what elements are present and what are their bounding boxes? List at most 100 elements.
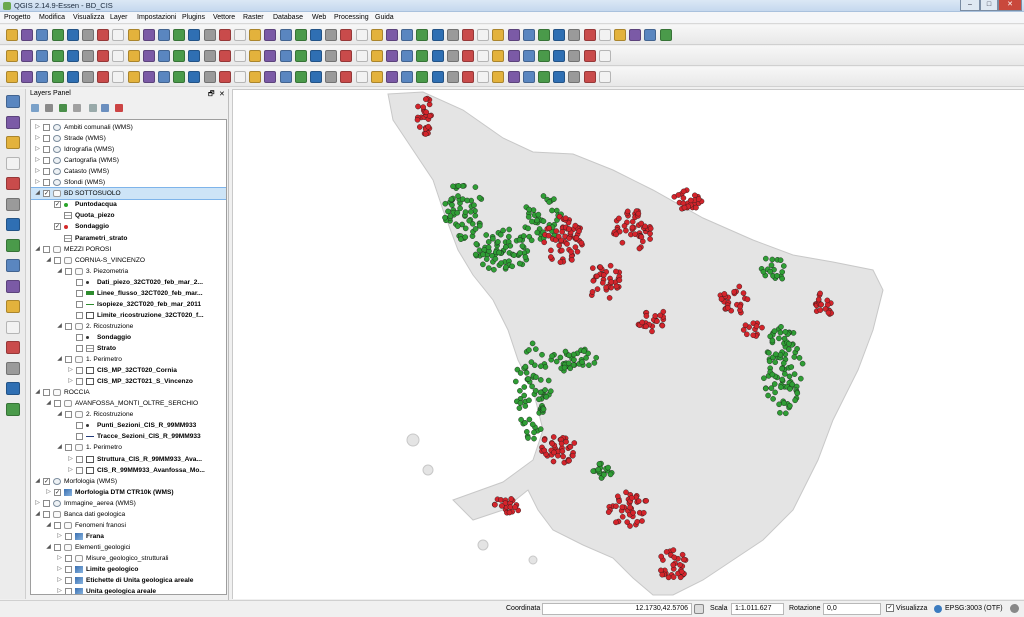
layer-row[interactable]: ◢ 2. Ricostruzione: [31, 321, 226, 332]
tool-tb2-27-icon[interactable]: [416, 50, 429, 62]
layer-row[interactable]: ◢ 2. Ricostruzione: [31, 409, 226, 420]
tool-tb1-34-icon[interactable]: [522, 29, 535, 41]
expand-arrow-icon[interactable]: ◢: [56, 266, 63, 277]
expand-arrow-icon[interactable]: ▷: [67, 465, 74, 476]
tool-tb3-9-icon[interactable]: [142, 71, 155, 83]
filter-expression-icon[interactable]: [73, 104, 81, 112]
layer-visibility-checkbox[interactable]: [54, 521, 61, 529]
add-virtual-icon[interactable]: [6, 402, 20, 416]
tool-tb1-31-icon[interactable]: [477, 29, 490, 41]
layer-visibility-checkbox[interactable]: ✓: [54, 488, 61, 496]
tool-tb3-18-icon[interactable]: [279, 71, 292, 83]
layer-row[interactable]: Punti_Sezioni_CIS_R_99MM933: [31, 420, 226, 431]
tool-tb3-27-icon[interactable]: [416, 71, 429, 83]
layer-visibility-checkbox[interactable]: [65, 566, 72, 573]
tool-tb2-15-icon[interactable]: [234, 50, 246, 62]
tool-tb3-26-icon[interactable]: [401, 71, 414, 83]
layer-row[interactable]: ▷ ✓ Morfologia DTM CTR10k (WMS): [31, 487, 226, 498]
layer-visibility-checkbox[interactable]: [43, 168, 50, 176]
map-canvas[interactable]: [232, 89, 1024, 599]
layer-visibility-checkbox[interactable]: [65, 444, 72, 452]
layer-row[interactable]: ▷ Unita geologica areale: [31, 586, 226, 594]
tool-tb2-33-icon[interactable]: [507, 50, 520, 62]
layer-row[interactable]: ◢ 1. Perimetro: [31, 442, 226, 453]
help-icon[interactable]: [431, 29, 444, 41]
tool-tb1-33-icon[interactable]: [507, 29, 520, 41]
tool-tb2-37-icon[interactable]: [568, 50, 581, 62]
expand-arrow-icon[interactable]: ▷: [34, 177, 41, 188]
tool-tb3-15-icon[interactable]: [234, 71, 246, 83]
add-delimited-text-icon[interactable]: [6, 300, 20, 313]
layer-row[interactable]: ▷ CIS_R_99MM933_Avanfossa_Mo...: [31, 465, 226, 476]
layer-visibility-checkbox[interactable]: [76, 289, 83, 297]
expand-arrow-icon[interactable]: ▷: [56, 531, 63, 542]
expand-arrow-icon[interactable]: ▷: [45, 487, 52, 498]
tool-tb1-37-icon[interactable]: [568, 29, 581, 41]
layer-visibility-checkbox[interactable]: [43, 510, 50, 518]
new-spatialite-icon[interactable]: [6, 341, 20, 354]
pan-to-selection-icon[interactable]: [112, 29, 125, 41]
layer-visibility-checkbox[interactable]: [76, 466, 83, 474]
minimize-button[interactable]: –: [960, 0, 980, 11]
expand-arrow-icon[interactable]: ◢: [45, 542, 52, 553]
tool-tb3-31-icon[interactable]: [477, 71, 490, 83]
layer-row[interactable]: ◢ CORNIA-S_VINCENZO: [31, 255, 226, 266]
layer-visibility-checkbox[interactable]: ✓: [54, 201, 61, 209]
add-db2-icon[interactable]: [6, 218, 20, 231]
expand-arrow-icon[interactable]: ◢: [34, 188, 41, 199]
layer-visibility-checkbox[interactable]: [76, 311, 83, 319]
add-oracle-icon[interactable]: [6, 197, 20, 211]
layer-visibility-checkbox[interactable]: [43, 135, 50, 143]
add-feature-icon[interactable]: [51, 50, 64, 62]
raster-local-icon[interactable]: [21, 71, 34, 83]
tool-tb3-38-icon[interactable]: [583, 71, 596, 83]
layer-visibility-checkbox[interactable]: ✓: [43, 477, 50, 485]
add-raster-icon[interactable]: [6, 115, 20, 129]
render-checkbox[interactable]: ✓: [886, 604, 894, 612]
expand-arrow-icon[interactable]: ▷: [56, 575, 63, 586]
layer-row[interactable]: ▷ CIS_MP_32CT021_S_Vincenzo: [31, 376, 226, 387]
expand-arrow-icon[interactable]: ◢: [56, 321, 63, 332]
zoom-out-icon[interactable]: [142, 29, 155, 41]
tool-tb3-29-icon[interactable]: [446, 71, 459, 83]
layer-visibility-checkbox[interactable]: [43, 124, 50, 131]
tool-tb1-38-icon[interactable]: [583, 29, 596, 41]
mouse-coords-toggle-icon[interactable]: [694, 604, 704, 614]
zoom-in-icon[interactable]: [127, 29, 140, 41]
paste-features-icon[interactable]: [142, 50, 155, 62]
layer-row[interactable]: ▷ Limite geologico: [31, 564, 226, 575]
expand-arrow-icon[interactable]: ◢: [56, 442, 63, 453]
layer-row[interactable]: Limite_ricostruzione_32CT020_f...: [31, 310, 226, 321]
layer-visibility-checkbox[interactable]: [76, 300, 83, 308]
add-vector-icon[interactable]: [6, 95, 20, 108]
tool-tb1-30-icon[interactable]: [462, 29, 474, 41]
layer-visibility-checkbox[interactable]: [65, 356, 72, 364]
increase-brightness-icon[interactable]: [66, 71, 79, 83]
layer-visibility-checkbox[interactable]: [65, 588, 72, 594]
layer-visibility-checkbox[interactable]: [76, 455, 83, 463]
text-annotation-icon[interactable]: [416, 29, 429, 41]
layer-row[interactable]: Quota_piezo: [31, 210, 226, 221]
layer-visibility-checkbox[interactable]: ✓: [54, 223, 61, 231]
layer-visibility-checkbox[interactable]: [76, 333, 83, 341]
menu-modifica[interactable]: Modifica: [39, 14, 65, 21]
layer-row[interactable]: ◢ MEZZI POROSI: [31, 244, 226, 255]
tool-tb2-35-icon[interactable]: [538, 50, 550, 62]
layer-visibility-checkbox[interactable]: [54, 543, 61, 551]
layer-row[interactable]: ▷ Cartografia (WMS): [31, 155, 226, 166]
tool-tb3-37-icon[interactable]: [568, 71, 581, 83]
layer-row[interactable]: ▷ Catasto (WMS): [31, 166, 226, 177]
undo-icon[interactable]: [158, 50, 170, 62]
tool-tb2-21-icon[interactable]: [325, 50, 338, 62]
layer-visibility-checkbox[interactable]: [43, 245, 50, 253]
zoom-last-icon[interactable]: [218, 29, 231, 41]
layer-visibility-checkbox[interactable]: [65, 267, 72, 275]
tool-tb2-14-icon[interactable]: [218, 50, 231, 62]
layer-row[interactable]: ▷ CIS_MP_32CT020_Cornia: [31, 365, 226, 376]
print-composer-icon[interactable]: [66, 29, 79, 41]
tool-tb2-38-icon[interactable]: [583, 50, 596, 62]
tool-tb3-33-icon[interactable]: [507, 71, 520, 83]
expand-arrow-icon[interactable]: ▷: [56, 564, 63, 575]
layer-visibility-checkbox[interactable]: ✓: [43, 190, 50, 198]
tool-tb1-29-icon[interactable]: [446, 29, 459, 41]
